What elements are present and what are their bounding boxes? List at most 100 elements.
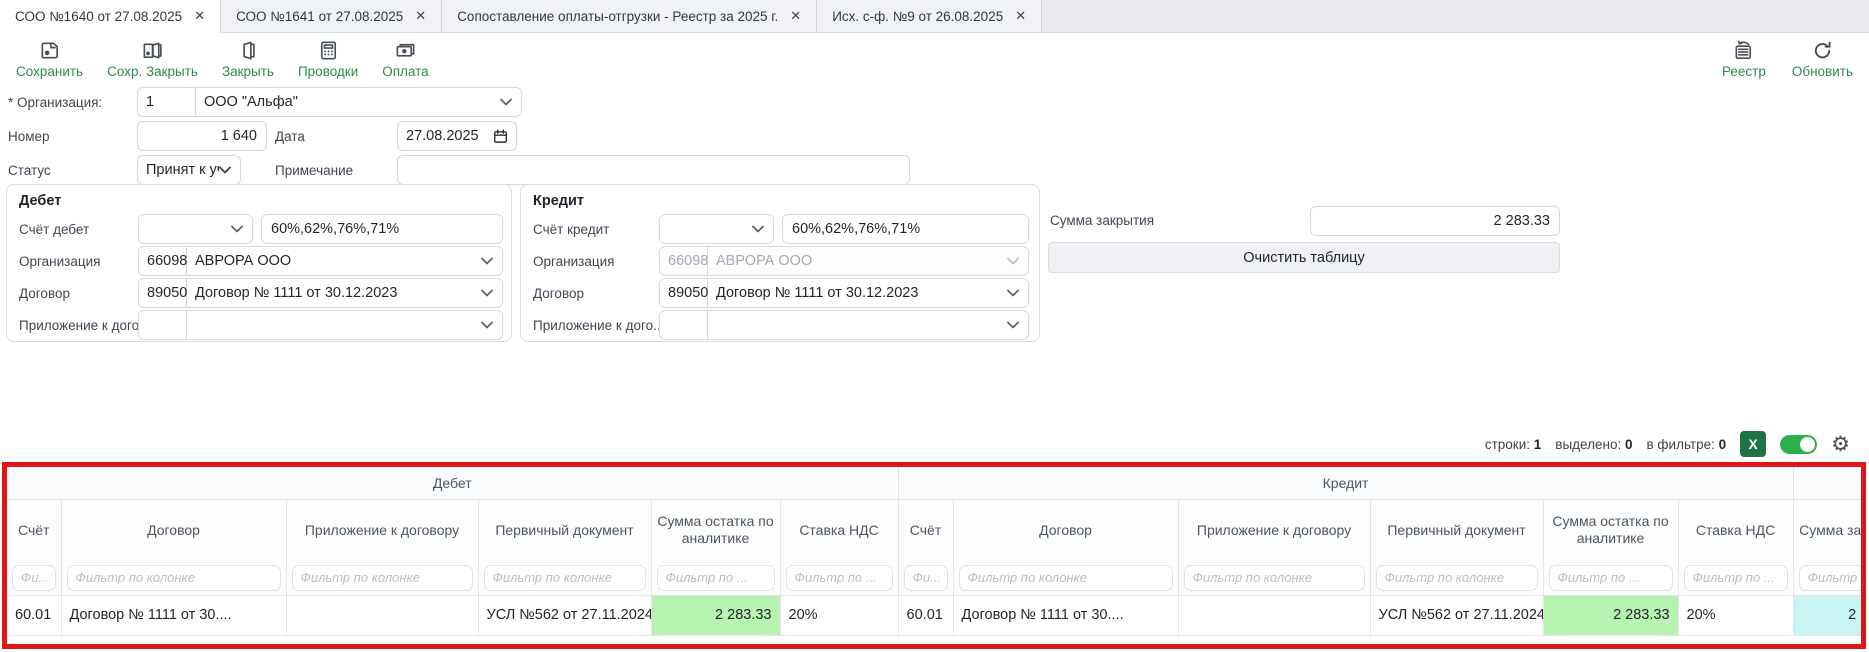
refresh-button-label: Обновить <box>1792 64 1853 79</box>
debit-contract-select[interactable]: 89050 Договор № 1111 от 30.12.2023 <box>138 278 503 308</box>
save-button[interactable]: Сохранить <box>16 39 83 79</box>
payment-button-label: Оплата <box>382 64 428 79</box>
cell-credit-primary-doc[interactable]: УСЛ №562 от 27.11.2024 <box>1370 595 1543 635</box>
column-header-debit-primary-doc[interactable]: Первичный документ <box>478 499 651 561</box>
postings-button[interactable]: Проводки <box>298 39 358 79</box>
clear-table-button[interactable]: Очистить таблицу <box>1048 242 1560 273</box>
cell-debit-vat[interactable]: 20% <box>780 595 898 635</box>
status-select[interactable]: Принят к учету <box>137 155 241 185</box>
filter-input[interactable] <box>786 565 893 591</box>
tab-label: Исх. с-ф. №9 от 26.08.2025 <box>832 9 1003 24</box>
credit-annex-select[interactable] <box>659 310 1029 340</box>
debit-contract-label: Договор <box>19 286 70 301</box>
filter-toggle[interactable] <box>1780 435 1817 454</box>
registry-button[interactable]: Реестр <box>1722 39 1766 79</box>
tab-invoice-9[interactable]: Исх. с-ф. №9 от 26.08.2025 ✕ <box>817 0 1042 32</box>
credit-account-filter-input[interactable] <box>783 215 1028 243</box>
filter-input[interactable] <box>1799 565 1866 591</box>
tab-registry-2025[interactable]: Сопоставление оплаты-отгрузки - Реестр з… <box>442 0 817 32</box>
table-row[interactable]: 60.01 Договор № 1111 от 30.... УСЛ №562 … <box>7 595 1866 635</box>
column-header-debit-balance[interactable]: Сумма остатка по аналитике <box>651 499 780 561</box>
matching-table: Дебет Кредит Счёт Договор Приложение к д… <box>7 467 1866 636</box>
column-header-debit-vat[interactable]: Ставка НДС <box>780 499 898 561</box>
cell-debit-account[interactable]: 60.01 <box>7 595 61 635</box>
payment-button[interactable]: Оплата <box>382 39 428 79</box>
app-window: СОО №1640 от 27.08.2025 ✕ СОО №1641 от 2… <box>0 0 1869 652</box>
cell-credit-balance[interactable]: 2 283.33 <box>1543 595 1678 635</box>
credit-org-name: АВРОРА ООО <box>708 253 1007 269</box>
filter-input[interactable] <box>657 565 775 591</box>
cell-closing-sum[interactable]: 2 283.33 <box>1793 595 1866 635</box>
cell-credit-account[interactable]: 60.01 <box>898 595 953 635</box>
debit-annex-select[interactable] <box>138 310 503 340</box>
column-header-debit-annex[interactable]: Приложение к договору <box>286 499 478 561</box>
note-field[interactable] <box>398 156 909 184</box>
filter-input[interactable] <box>904 565 948 591</box>
cell-debit-balance[interactable]: 2 283.33 <box>651 595 780 635</box>
closing-sum-field-wrap <box>1310 206 1560 236</box>
close-icon[interactable]: ✕ <box>194 8 205 24</box>
filter-input[interactable] <box>1684 565 1788 591</box>
rows-count-value: 1 <box>1534 437 1542 452</box>
column-header-credit-vat[interactable]: Ставка НДС <box>1678 499 1793 561</box>
credit-contract-select[interactable]: 89050 Договор № 1111 от 30.12.2023 <box>659 278 1029 308</box>
calendar-icon[interactable] <box>493 129 516 144</box>
save-close-button[interactable]: Сохр. Закрыть <box>107 39 198 79</box>
door-icon <box>236 39 259 62</box>
debit-account-filter-input[interactable] <box>262 215 502 243</box>
filter-input[interactable] <box>67 565 281 591</box>
filter-input[interactable] <box>12 565 56 591</box>
column-header-credit-account[interactable]: Счёт <box>898 499 953 561</box>
column-header-credit-balance[interactable]: Сумма остатка по аналитике <box>1543 499 1678 561</box>
filter-row <box>7 561 1866 595</box>
rows-count: строки: 1 <box>1485 437 1541 452</box>
cell-debit-annex[interactable] <box>286 595 478 635</box>
data-grid-annotation-box: Дебет Кредит Счёт Договор Приложение к д… <box>2 462 1866 649</box>
column-header-debit-account[interactable]: Счёт <box>7 499 61 561</box>
grid-toolbar: строки: 1 выделено: 0 в фильтре: 0 X ⚙ <box>1485 430 1850 458</box>
column-header-credit-primary-doc[interactable]: Первичный документ <box>1370 499 1543 561</box>
tab-bar: СОО №1640 от 27.08.2025 ✕ СОО №1641 от 2… <box>0 0 1869 33</box>
credit-account-select[interactable] <box>659 214 774 244</box>
toolbar-right: Реестр Обновить <box>1722 33 1853 85</box>
filter-input[interactable] <box>959 565 1173 591</box>
column-header-credit-annex[interactable]: Приложение к договору <box>1178 499 1370 561</box>
filter-input[interactable] <box>292 565 473 591</box>
close-icon[interactable]: ✕ <box>790 8 801 24</box>
credit-account-label: Счёт кредит <box>533 222 609 237</box>
tab-soo-1641[interactable]: СОО №1641 от 27.08.2025 ✕ <box>221 0 442 32</box>
closing-sum-field[interactable] <box>1311 207 1559 235</box>
debit-org-select[interactable]: 66098 АВРОРА ООО <box>138 246 503 276</box>
excel-export-button[interactable]: X <box>1740 431 1766 457</box>
credit-org-select[interactable]: 66098 АВРОРА ООО <box>659 246 1029 276</box>
filter-input[interactable] <box>484 565 646 591</box>
cell-debit-primary-doc[interactable]: УСЛ №562 от 27.11.2024 <box>478 595 651 635</box>
close-icon[interactable]: ✕ <box>1015 8 1026 24</box>
number-field[interactable] <box>138 122 266 150</box>
filter-input[interactable] <box>1549 565 1673 591</box>
filter-input[interactable] <box>1376 565 1538 591</box>
credit-account-filter-wrap <box>782 214 1029 244</box>
organization-select[interactable]: 1 ООО "Альфа" <box>137 87 522 117</box>
column-header-credit-contract[interactable]: Договор <box>953 499 1178 561</box>
debit-contract-name: Договор № 1111 от 30.12.2023 <box>187 285 481 301</box>
note-label: Примечание <box>275 163 353 178</box>
column-header-closing-sum[interactable]: Сумма закрытия <box>1793 499 1866 561</box>
date-field[interactable]: 27.08.2025 <box>397 121 517 151</box>
cell-credit-vat[interactable]: 20% <box>1678 595 1793 635</box>
close-button[interactable]: Закрыть <box>222 39 274 79</box>
cell-debit-contract[interactable]: Договор № 1111 от 30.... <box>61 595 286 635</box>
group-header-credit: Кредит <box>898 467 1793 499</box>
cell-credit-annex[interactable] <box>1178 595 1370 635</box>
cell-credit-contract[interactable]: Договор № 1111 от 30.... <box>953 595 1178 635</box>
close-icon[interactable]: ✕ <box>415 8 426 24</box>
tab-soo-1640[interactable]: СОО №1640 от 27.08.2025 ✕ <box>0 0 221 33</box>
rows-count-label: строки: <box>1485 437 1530 452</box>
filter-input[interactable] <box>1184 565 1365 591</box>
number-label: Номер <box>8 129 50 144</box>
credit-contract-name: Договор № 1111 от 30.12.2023 <box>708 285 1007 301</box>
debit-account-select[interactable] <box>138 214 253 244</box>
column-header-debit-contract[interactable]: Договор <box>61 499 286 561</box>
gear-icon[interactable]: ⚙ <box>1831 434 1850 455</box>
refresh-button[interactable]: Обновить <box>1792 39 1853 79</box>
